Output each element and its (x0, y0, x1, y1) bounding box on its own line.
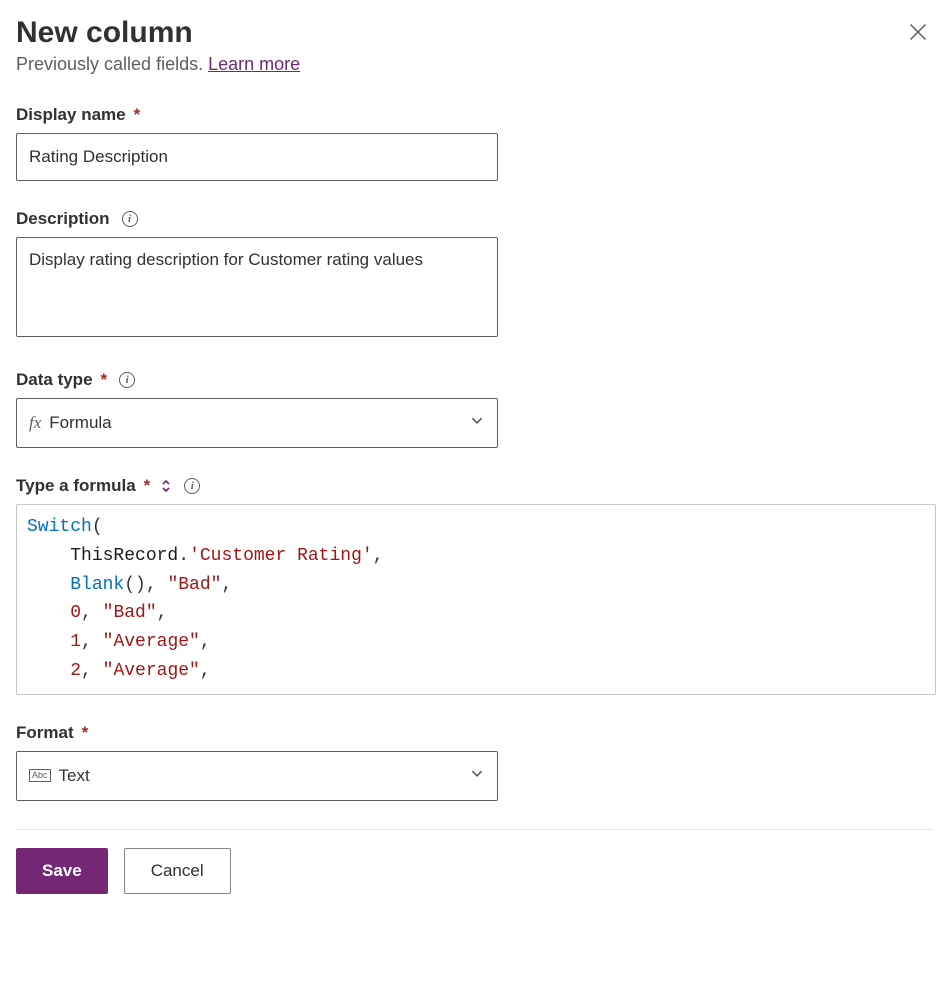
data-type-label: Data type* i (16, 370, 934, 390)
display-name-label: Display name* (16, 105, 934, 125)
info-icon[interactable]: i (119, 372, 135, 388)
save-button[interactable]: Save (16, 848, 108, 894)
formula-icon: fx (29, 413, 41, 433)
format-label: Format* (16, 723, 934, 743)
cancel-button[interactable]: Cancel (124, 848, 231, 894)
subtitle-text: Previously called fields. (16, 54, 208, 74)
learn-more-link[interactable]: Learn more (208, 54, 300, 74)
required-indicator: * (101, 370, 108, 390)
info-icon[interactable]: i (184, 478, 200, 494)
display-name-input[interactable] (16, 133, 498, 181)
description-label: Description i (16, 209, 934, 229)
close-button[interactable] (902, 16, 934, 51)
description-input[interactable]: Display rating description for Customer … (16, 237, 498, 337)
formula-label: Type a formula* i (16, 476, 934, 496)
required-indicator: * (144, 476, 151, 496)
required-indicator: * (134, 105, 141, 125)
format-select[interactable]: Abc Text (16, 751, 498, 801)
format-value: Text (59, 766, 90, 786)
close-icon (908, 30, 928, 45)
info-icon[interactable]: i (122, 211, 138, 227)
formula-input[interactable]: Switch( ThisRecord.'Customer Rating', Bl… (16, 504, 936, 695)
expand-icon[interactable] (160, 479, 172, 493)
data-type-select[interactable]: fx Formula (16, 398, 498, 448)
data-type-value: Formula (49, 413, 111, 433)
panel-title: New column (16, 16, 300, 50)
text-type-icon: Abc (29, 769, 51, 782)
panel-subtitle: Previously called fields. Learn more (16, 54, 300, 75)
required-indicator: * (82, 723, 89, 743)
